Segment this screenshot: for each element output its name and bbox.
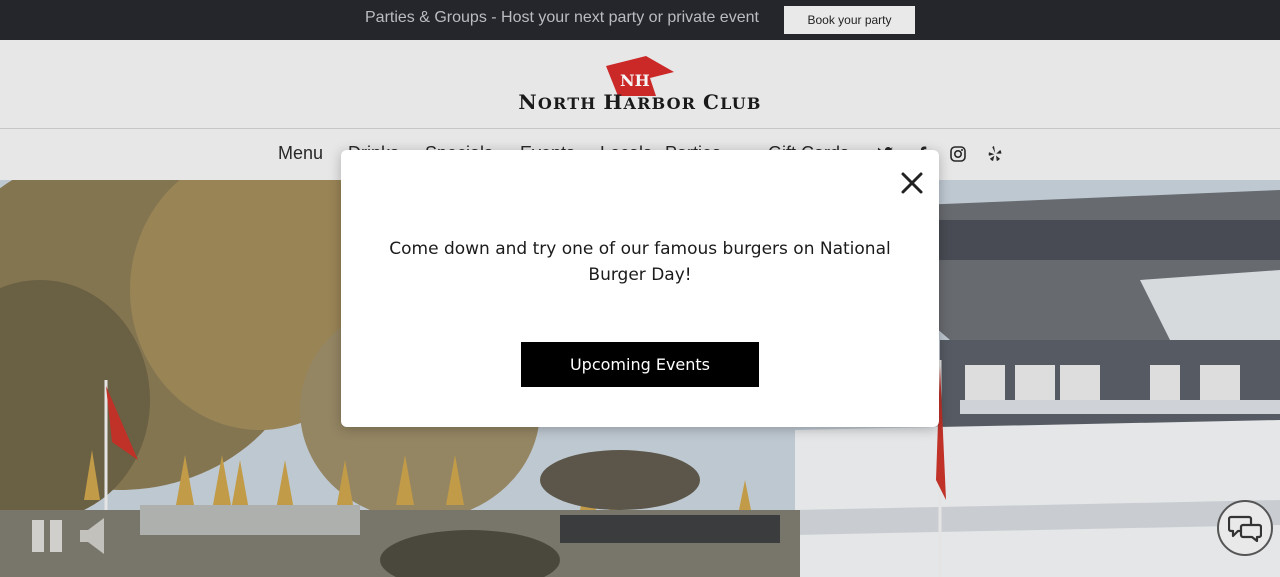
modal-message: Come down and try one of our famous burg… xyxy=(389,239,891,285)
close-icon[interactable] xyxy=(899,170,925,196)
pause-icon[interactable] xyxy=(32,520,64,552)
volume-icon[interactable] xyxy=(80,518,108,554)
book-party-button[interactable]: Book your party xyxy=(784,6,915,34)
announcement-bar: Parties & Groups - Host your next party … xyxy=(0,0,1280,40)
chat-bubbles-icon xyxy=(1228,515,1262,542)
upcoming-events-button[interactable]: Upcoming Events xyxy=(521,342,759,387)
chat-button[interactable] xyxy=(1217,500,1273,556)
announcement-text: Parties & Groups - Host your next party … xyxy=(365,9,759,26)
promo-modal: Come down and try one of our famous burg… xyxy=(341,150,939,427)
